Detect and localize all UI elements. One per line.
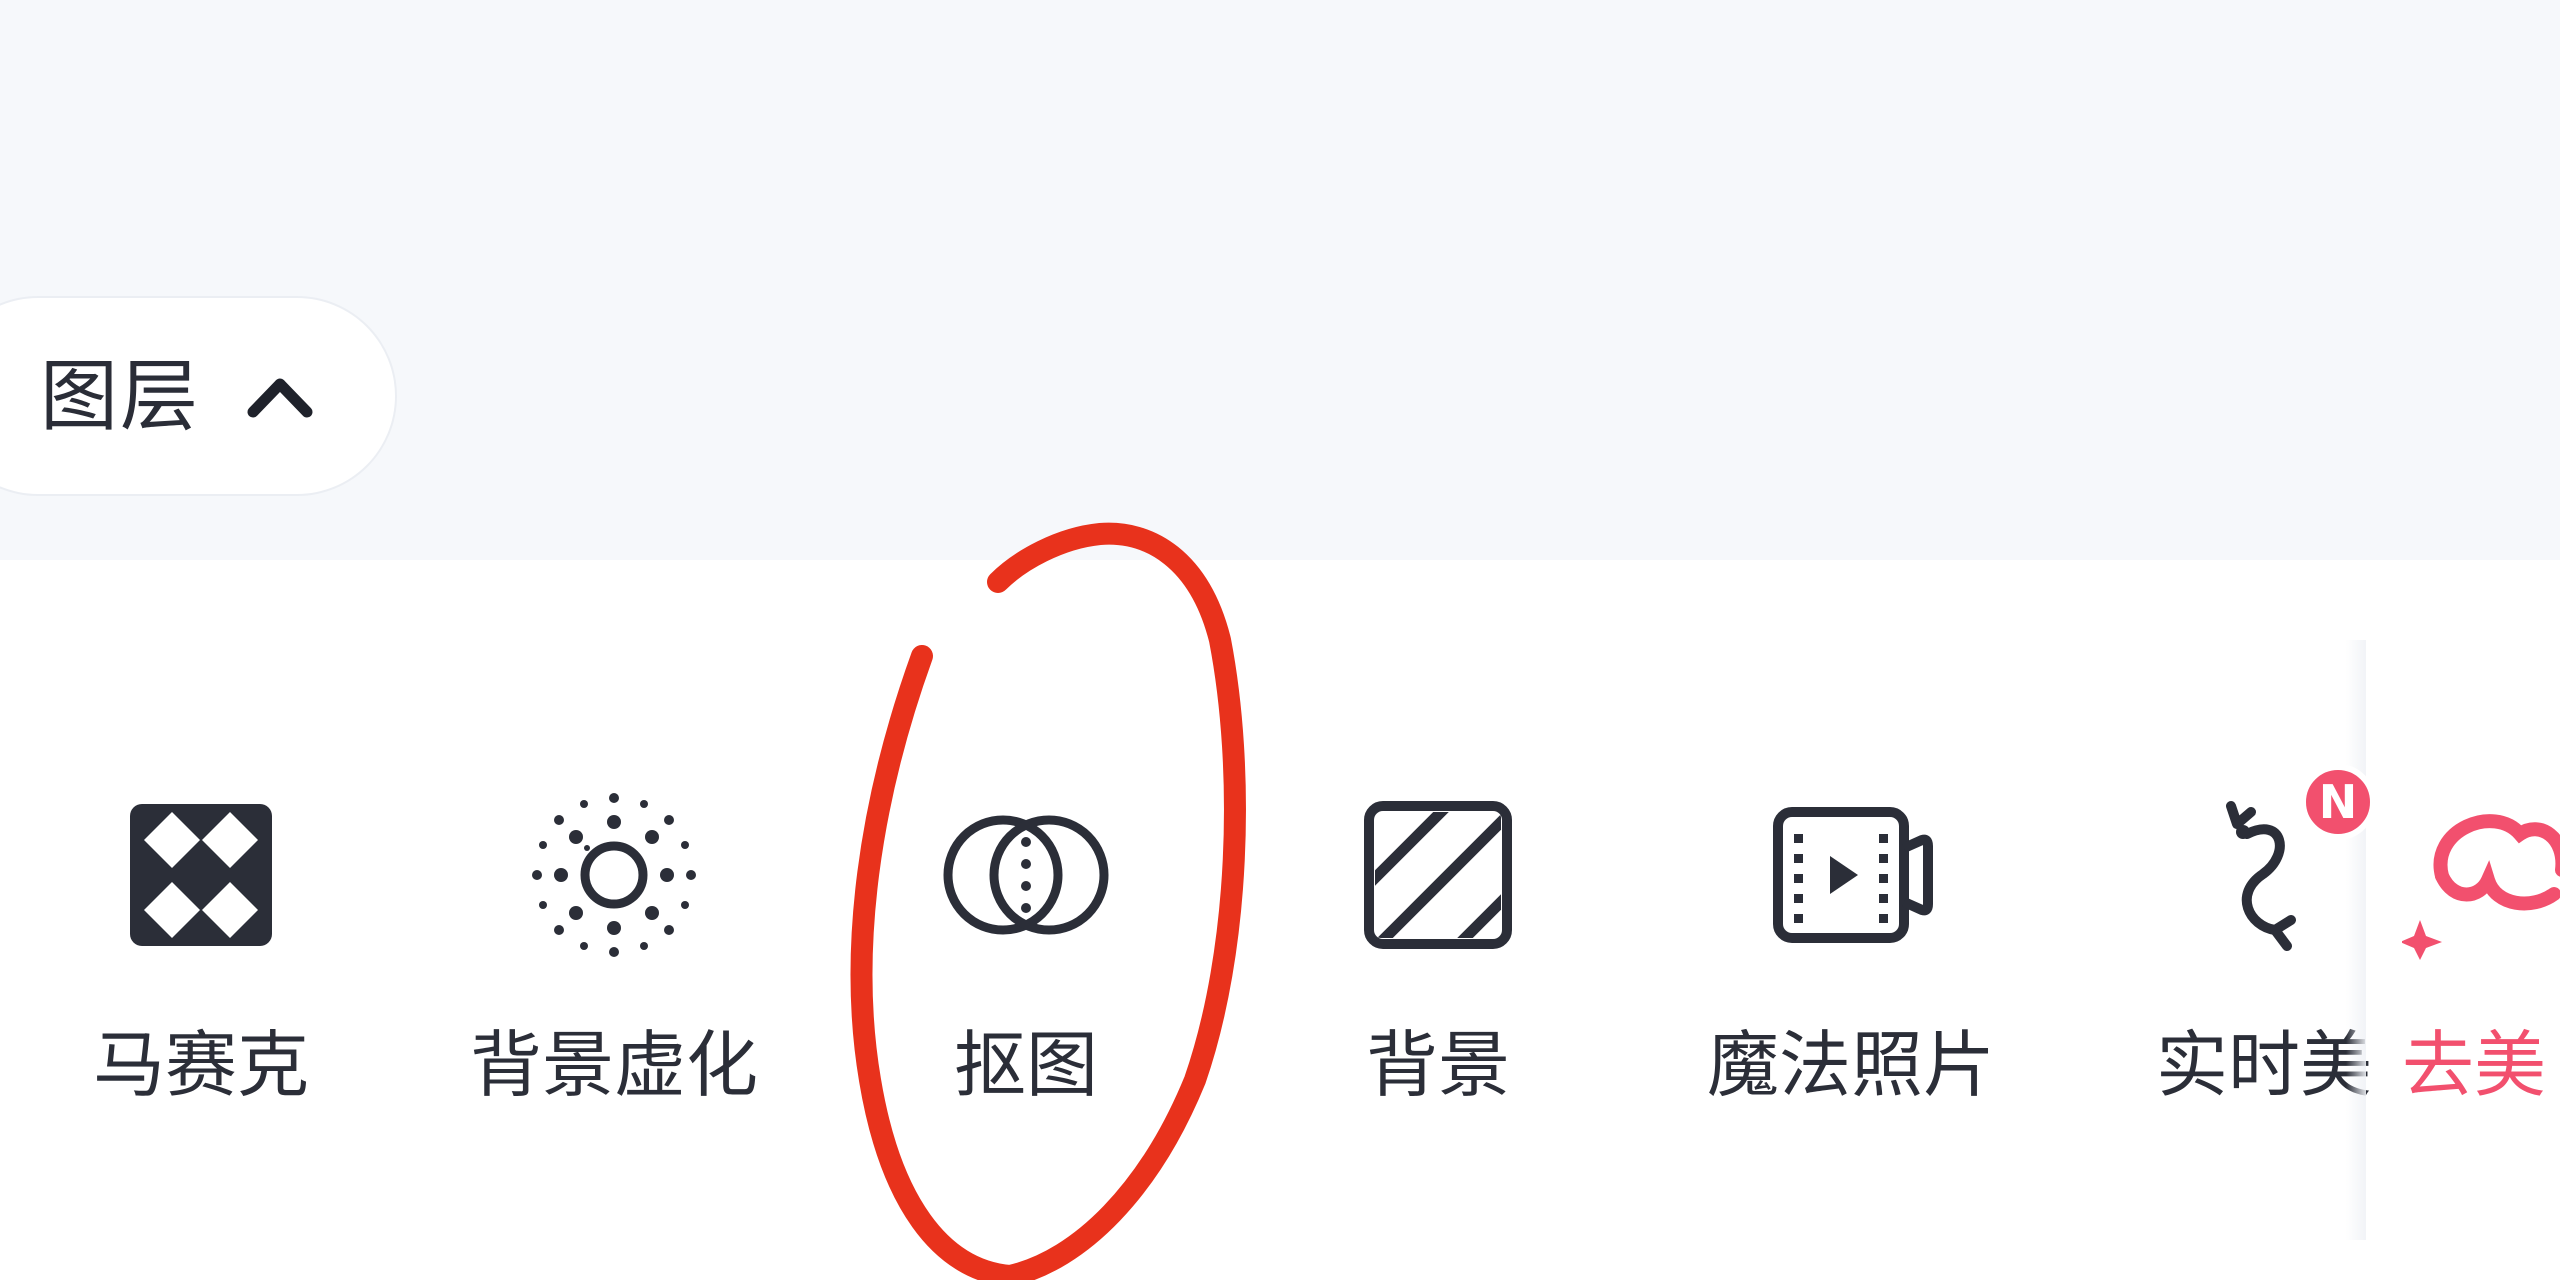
cutout-icon bbox=[943, 815, 1109, 935]
chevron-up-icon bbox=[247, 378, 313, 418]
tool-live-beauty[interactable]: 实时美 bbox=[2114, 790, 2414, 1120]
tool-remove-beauty[interactable]: 去美 bbox=[2402, 790, 2560, 1120]
tool-background-blur[interactable]: 背景虚化 bbox=[464, 790, 764, 1120]
scroll-fade-edge bbox=[2346, 640, 2366, 1240]
magic-photo-icon bbox=[1773, 807, 1933, 943]
layers-label: 图层 bbox=[40, 352, 201, 442]
remove-beauty-icon bbox=[2402, 814, 2560, 960]
canvas-area bbox=[0, 0, 2560, 560]
tool-background[interactable]: 背景 bbox=[1288, 790, 1588, 1120]
tool-label: 马赛克 bbox=[92, 1023, 309, 1107]
tool-label: 抠图 bbox=[953, 1023, 1098, 1107]
tool-magic-photo[interactable]: 魔法照片 bbox=[1701, 790, 2001, 1120]
tool-label: 魔法照片 bbox=[1706, 1023, 1995, 1107]
new-badge: N bbox=[2300, 764, 2376, 840]
background-icon bbox=[1364, 801, 1512, 949]
mosaic-icon bbox=[130, 804, 272, 946]
tool-mosaic[interactable]: 马赛克 bbox=[51, 790, 351, 1120]
tool-cutout[interactable]: 抠图 bbox=[876, 790, 1176, 1120]
background-blur-icon bbox=[532, 793, 696, 957]
tool-label: 去美 bbox=[2402, 1023, 2547, 1107]
tool-label: 背景虚化 bbox=[469, 1023, 758, 1107]
tool-label: 背景 bbox=[1365, 1023, 1510, 1107]
